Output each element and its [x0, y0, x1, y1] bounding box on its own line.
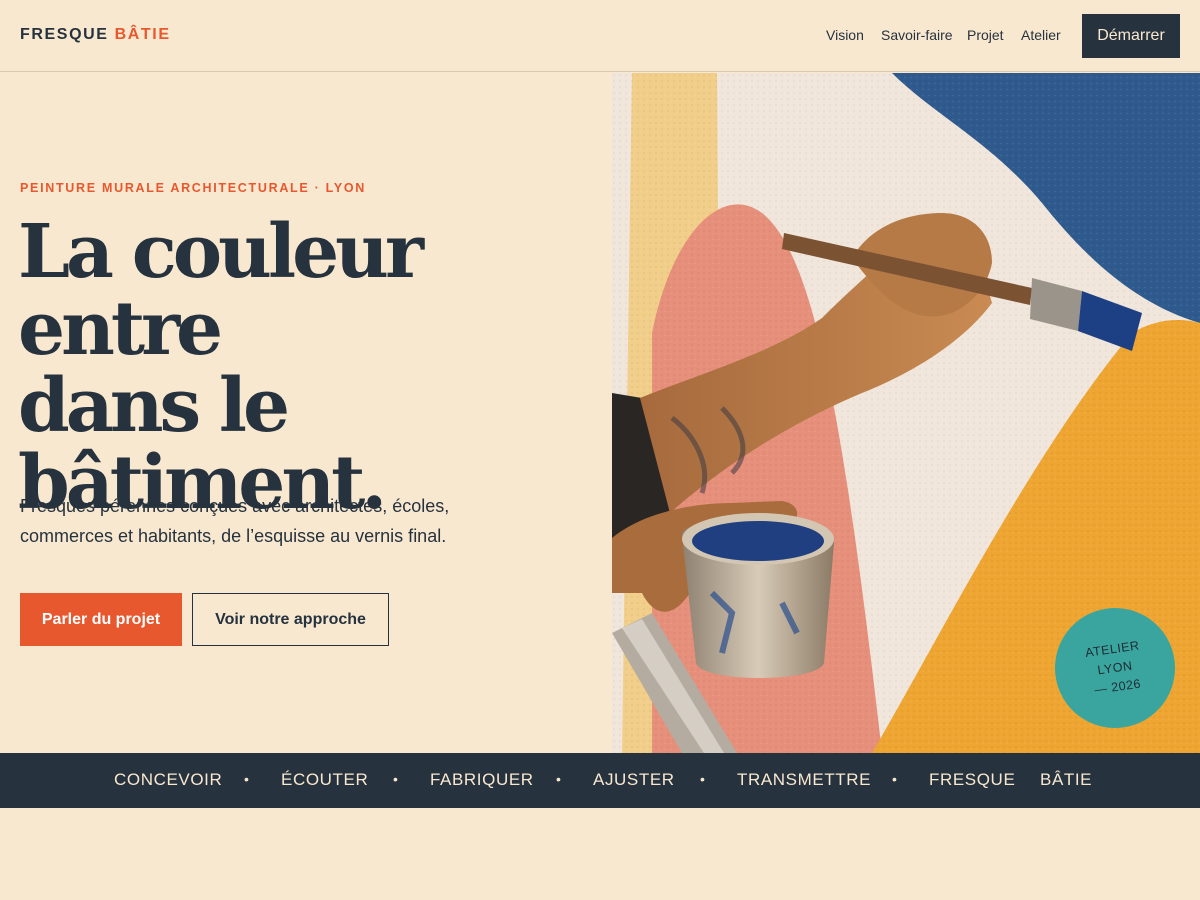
subtitle-line-1: Fresques pérennes conçues avec architect… — [20, 496, 450, 516]
ticker-separator: • — [244, 771, 250, 787]
ticker-item: FRESQUE — [929, 770, 1016, 789]
ticker-separator: • — [892, 771, 898, 787]
headline-line-2: dans le — [18, 363, 290, 449]
start-button[interactable]: Démarrer — [1082, 14, 1180, 58]
headline-line-1: La couleur entre — [18, 209, 424, 372]
hero-eyebrow: PEINTURE MURALE ARCHITECTURALE · LYON — [20, 181, 367, 195]
values-ticker: CONCEVOIR • ÉCOUTER • FABRIQUER • AJUSTE… — [0, 753, 1200, 808]
nav-item-vision[interactable]: Vision — [826, 27, 864, 43]
site-header: FRESQUE BÂTIE Vision Savoir-faire Projet… — [0, 0, 1200, 72]
nav-item-projet[interactable]: Projet — [967, 27, 1004, 43]
brand-name-part2: BÂTIE — [114, 26, 171, 43]
subtitle-line-2: commerces et habitants, de l’esquisse au… — [20, 526, 447, 546]
ticker-separator: • — [700, 771, 706, 787]
ticker-item: TRANSMETTRE — [737, 770, 872, 789]
ticker-item: BÂTIE — [1040, 770, 1093, 789]
hero-headline: La couleur entre dans le bâtiment. — [18, 214, 598, 522]
ticker-separator: • — [556, 771, 562, 787]
talk-project-button[interactable]: Parler du projet — [20, 593, 182, 646]
brand-logo[interactable]: FRESQUE BÂTIE — [20, 26, 171, 44]
ticker-item: AJUSTER — [593, 770, 675, 789]
nav-item-savoir-faire[interactable]: Savoir-faire — [881, 27, 953, 43]
brand-name-part1: FRESQUE — [20, 26, 109, 43]
ticker-item: FABRIQUER — [430, 770, 534, 789]
nav-item-atelier[interactable]: Atelier — [1021, 27, 1061, 43]
see-approach-button[interactable]: Voir notre approche — [192, 593, 389, 646]
ticker-separator: • — [393, 771, 399, 787]
hero-subtitle: Fresques pérennes conçues avec architect… — [20, 491, 540, 551]
ticker-item: CONCEVOIR — [114, 770, 223, 789]
ticker-item: ÉCOUTER — [281, 770, 369, 789]
